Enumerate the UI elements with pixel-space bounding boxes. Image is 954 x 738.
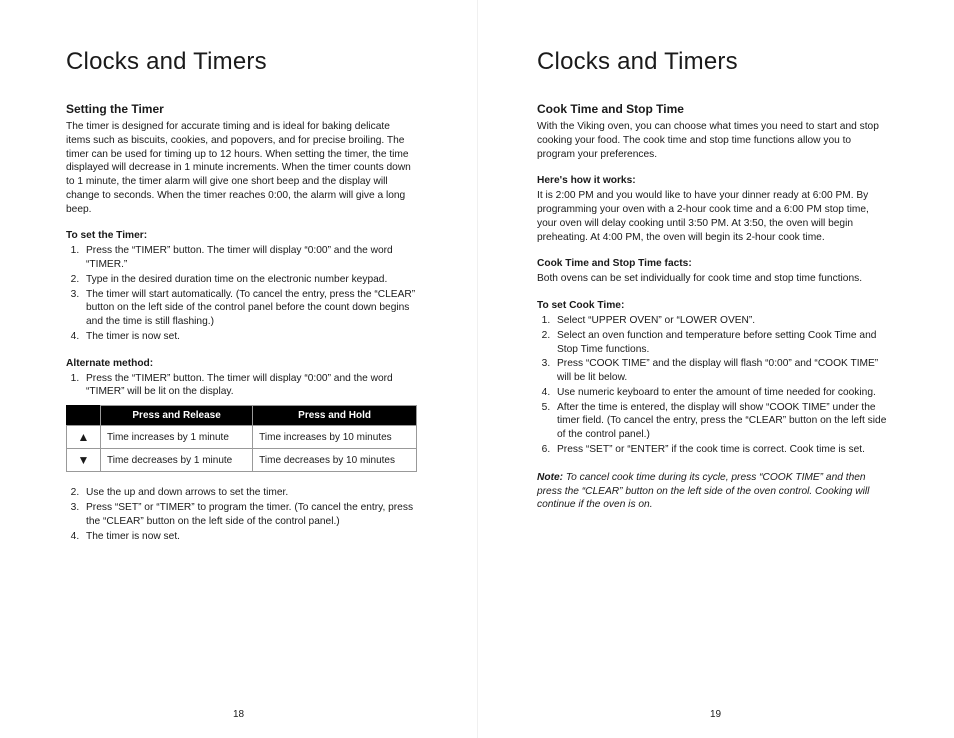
note: Note: To cancel cook time during its cyc… bbox=[537, 471, 888, 512]
set-cook-time-label: To set Cook Time: bbox=[537, 300, 888, 311]
set-timer-steps: Press the “TIMER” button. The timer will… bbox=[66, 244, 417, 343]
list-item: Select “UPPER OVEN” or “LOWER OVEN”. bbox=[553, 314, 888, 328]
facts-label: Cook Time and Stop Time facts: bbox=[537, 258, 888, 269]
alternate-steps-continued: Use the up and down arrows to set the ti… bbox=[66, 486, 417, 543]
table-header-press-release: Press and Release bbox=[101, 406, 253, 426]
page-right: Clocks and Timers Cook Time and Stop Tim… bbox=[477, 0, 954, 738]
table-cell: Time decreases by 10 minutes bbox=[253, 449, 417, 472]
note-label: Note: bbox=[537, 472, 563, 483]
table-cell: Time increases by 10 minutes bbox=[253, 426, 417, 449]
list-item: Press “SET” or “ENTER” if the cook time … bbox=[553, 443, 888, 457]
list-item: The timer is now set. bbox=[82, 530, 417, 544]
list-item: The timer is now set. bbox=[82, 330, 417, 344]
table-header-press-hold: Press and Hold bbox=[253, 406, 417, 426]
list-item: Press “COOK TIME” and the display will f… bbox=[553, 357, 888, 385]
list-item: Type in the desired duration time on the… bbox=[82, 273, 417, 287]
how-it-works-text: It is 2:00 PM and you would like to have… bbox=[537, 189, 888, 244]
intro-paragraph: With the Viking oven, you can choose wha… bbox=[537, 120, 888, 161]
note-body: To cancel cook time during its cycle, pr… bbox=[537, 472, 869, 511]
section-heading-cook-time: Cook Time and Stop Time bbox=[537, 102, 888, 116]
page-title: Clocks and Timers bbox=[537, 48, 888, 76]
section-heading-setting-timer: Setting the Timer bbox=[66, 102, 417, 116]
list-item: Press “SET” or “TIMER” to program the ti… bbox=[82, 501, 417, 529]
page-gutter bbox=[477, 0, 478, 738]
page-number-left: 18 bbox=[0, 709, 477, 720]
list-item: The timer will start automatically. (To … bbox=[82, 288, 417, 329]
down-arrow-icon: ▼ bbox=[67, 449, 101, 472]
list-item: After the time is entered, the display w… bbox=[553, 401, 888, 442]
table-cell: Time increases by 1 minute bbox=[101, 426, 253, 449]
how-it-works-label: Here's how it works: bbox=[537, 175, 888, 186]
up-arrow-icon: ▲ bbox=[67, 426, 101, 449]
to-set-timer-label: To set the Timer: bbox=[66, 230, 417, 241]
list-item: Press the “TIMER” button. The timer will… bbox=[82, 372, 417, 400]
arrow-table: Press and Release Press and Hold ▲ Time … bbox=[66, 405, 417, 472]
page-number-right: 19 bbox=[477, 709, 954, 720]
list-item: Use the up and down arrows to set the ti… bbox=[82, 486, 417, 500]
page-spread: Clocks and Timers Setting the Timer The … bbox=[0, 0, 954, 738]
alternate-step-1: Press the “TIMER” button. The timer will… bbox=[66, 372, 417, 400]
page-left: Clocks and Timers Setting the Timer The … bbox=[0, 0, 477, 738]
list-item: Select an oven function and temperature … bbox=[553, 329, 888, 357]
table-cell: Time decreases by 1 minute bbox=[101, 449, 253, 472]
list-item: Use numeric keyboard to enter the amount… bbox=[553, 386, 888, 400]
table-row: ▲ Time increases by 1 minute Time increa… bbox=[67, 426, 417, 449]
alternate-method-label: Alternate method: bbox=[66, 358, 417, 369]
facts-text: Both ovens can be set individually for c… bbox=[537, 272, 888, 286]
intro-paragraph: The timer is designed for accurate timin… bbox=[66, 120, 417, 216]
table-header-blank bbox=[67, 406, 101, 426]
page-title: Clocks and Timers bbox=[66, 48, 417, 76]
set-cook-time-steps: Select “UPPER OVEN” or “LOWER OVEN”. Sel… bbox=[537, 314, 888, 457]
table-row: ▼ Time decreases by 1 minute Time decrea… bbox=[67, 449, 417, 472]
list-item: Press the “TIMER” button. The timer will… bbox=[82, 244, 417, 272]
